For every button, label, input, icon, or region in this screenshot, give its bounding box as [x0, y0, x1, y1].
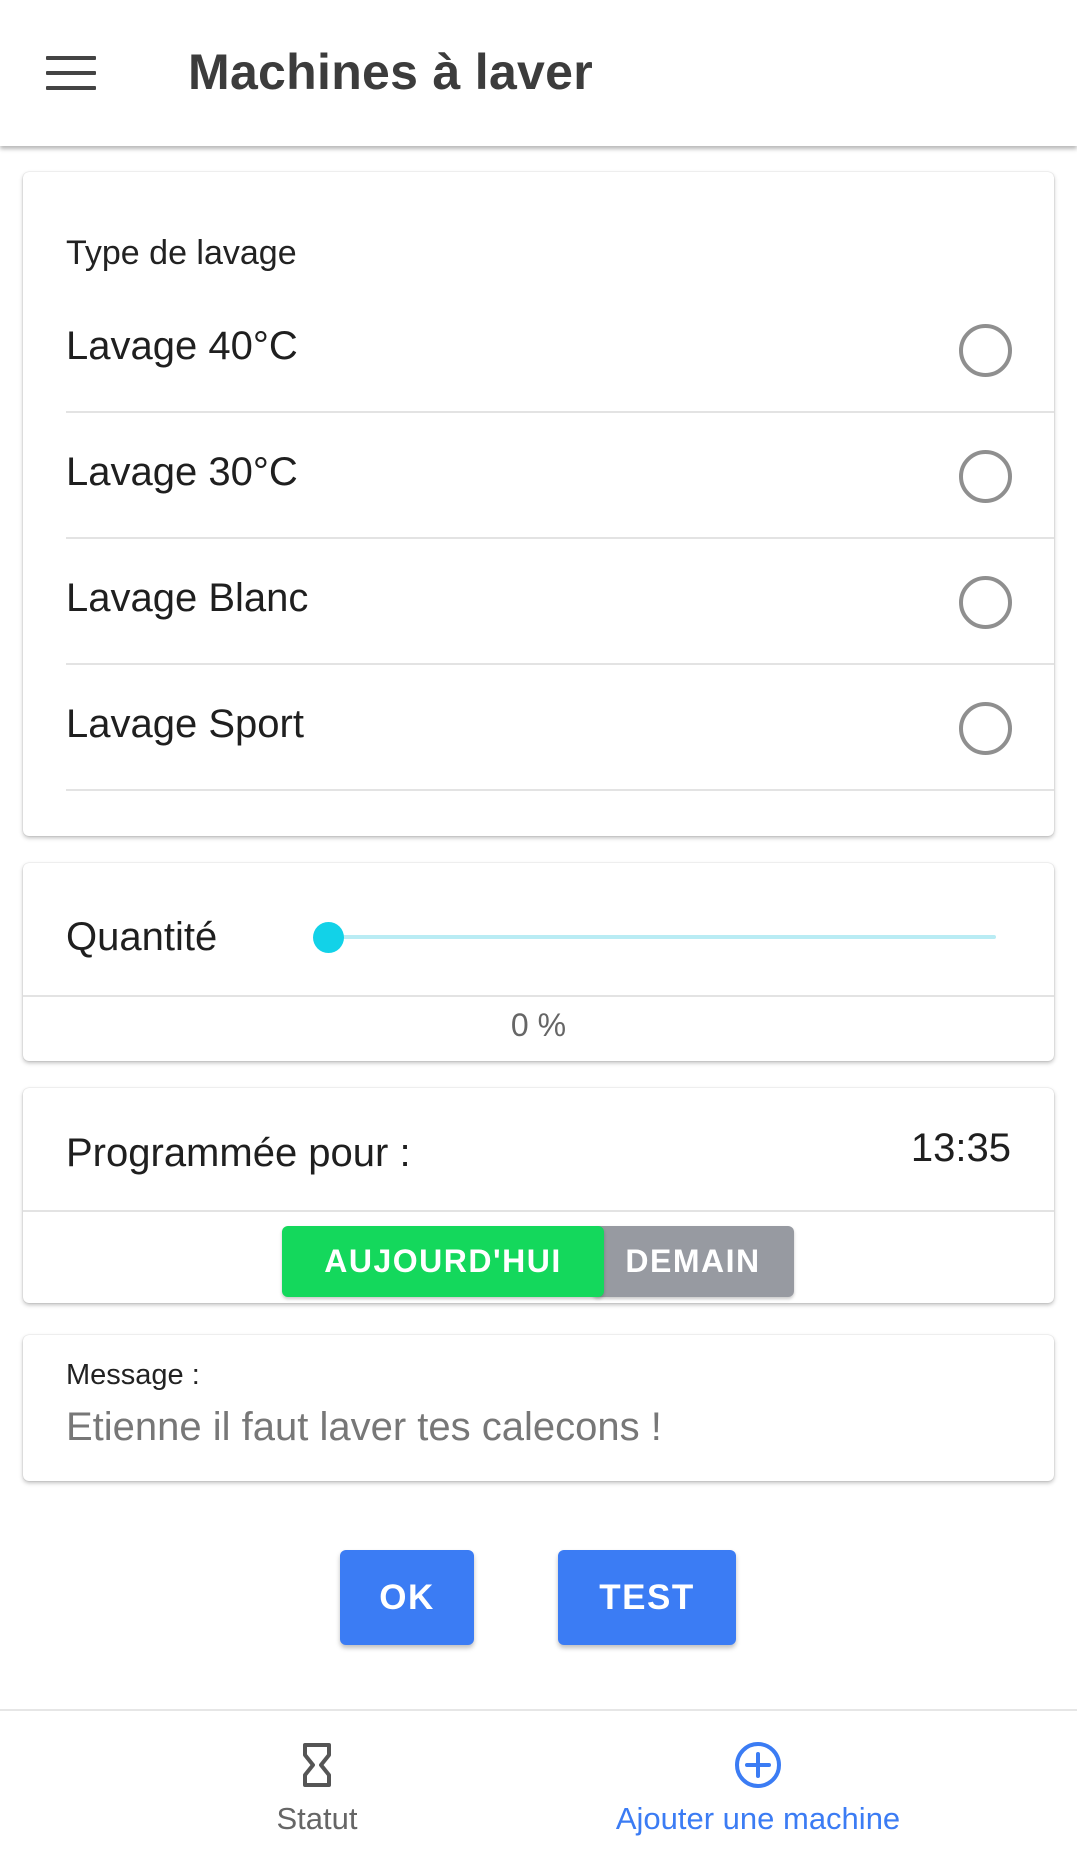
wash-option-label: Lavage Blanc	[66, 576, 309, 620]
hourglass-icon	[303, 1743, 331, 1787]
divider	[23, 1210, 1054, 1212]
hamburger-menu-icon[interactable]	[46, 56, 96, 90]
radio-button[interactable]	[959, 702, 1012, 755]
wash-option-label: Lavage 40°C	[66, 324, 298, 368]
schedule-time[interactable]: 13:35	[911, 1126, 1011, 1171]
quantity-value: 0 %	[510, 1007, 567, 1043]
wash-option-label: Lavage Sport	[66, 702, 304, 746]
radio-button[interactable]	[959, 576, 1012, 629]
main-content: Type de lavage Lavage 40°C Lavage 30°C L…	[0, 146, 1077, 1709]
divider	[23, 995, 1054, 997]
slider-track[interactable]	[327, 935, 996, 939]
wash-type-label: Type de lavage	[66, 234, 297, 272]
schedule-label: Programmée pour :	[66, 1131, 411, 1175]
message-card: Message :	[23, 1335, 1054, 1481]
wash-option-sport[interactable]: Lavage Sport	[66, 665, 1054, 791]
message-input[interactable]	[66, 1401, 1006, 1453]
wash-type-card: Type de lavage Lavage 40°C Lavage 30°C L…	[23, 172, 1054, 836]
page-title: Machines à laver	[188, 44, 594, 100]
wash-option-40c[interactable]: Lavage 40°C	[66, 287, 1054, 413]
radio-button[interactable]	[959, 324, 1012, 377]
app-header: Machines à laver	[0, 0, 1077, 146]
message-label: Message :	[66, 1359, 200, 1391]
wash-option-label: Lavage 30°C	[66, 450, 298, 494]
wash-option-30c[interactable]: Lavage 30°C	[66, 413, 1054, 539]
nav-item-statut[interactable]: Statut	[200, 1711, 434, 1856]
radio-button[interactable]	[959, 450, 1012, 503]
quantity-label: Quantité	[66, 915, 218, 959]
nav-label: Statut	[276, 1801, 358, 1836]
quantity-card: Quantité 0 %	[23, 863, 1054, 1061]
quantity-slider[interactable]	[313, 921, 996, 953]
bottom-navigation: Statut Ajouter une machine	[0, 1709, 1077, 1856]
ok-button[interactable]: OK	[340, 1550, 474, 1645]
nav-item-add-machine[interactable]: Ajouter une machine	[560, 1711, 956, 1856]
today-button[interactable]: AUJOURD'HUI	[282, 1226, 604, 1297]
schedule-card: Programmée pour : 13:35 DEMAIN AUJOURD'H…	[23, 1088, 1054, 1303]
wash-option-blanc[interactable]: Lavage Blanc	[66, 539, 1054, 665]
test-button[interactable]: TEST	[558, 1550, 736, 1645]
slider-thumb[interactable]	[313, 922, 344, 953]
add-circle-icon	[735, 1742, 781, 1788]
tomorrow-button[interactable]: DEMAIN	[592, 1226, 794, 1297]
nav-label: Ajouter une machine	[615, 1801, 901, 1836]
app-root: Machines à laver Type de lavage Lavage 4…	[0, 0, 1077, 1856]
